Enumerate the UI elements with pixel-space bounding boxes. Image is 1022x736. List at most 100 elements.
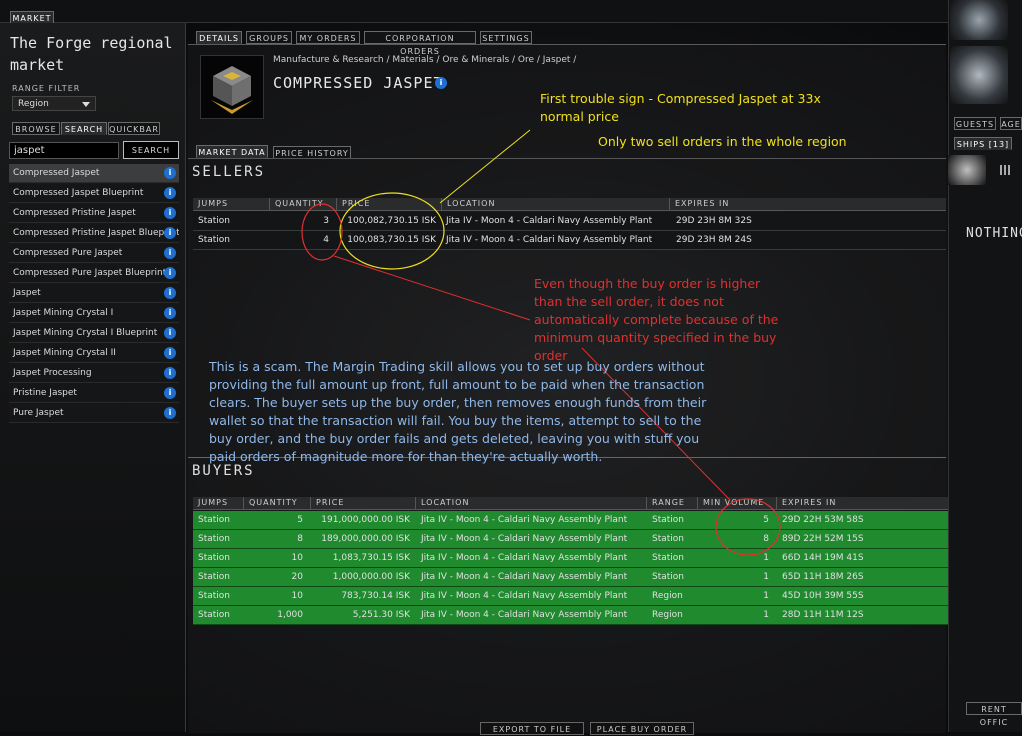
range-filter-select[interactable]: Region [12,96,96,111]
info-icon[interactable]: i [164,207,176,219]
list-item-label: Pristine Jaspet [13,388,77,398]
ship-thumbnail[interactable] [950,0,1008,40]
tab-guests[interactable]: GUESTS [954,117,996,130]
col-quantity[interactable]: QUANTITY [243,497,305,509]
tab-details[interactable]: DETAILS [196,31,242,44]
rent-office-button[interactable]: RENT OFFIC [966,702,1022,727]
cell-price: 100,083,730.15 ISK [347,235,436,245]
search-button[interactable]: SEARCH [123,141,179,159]
list-item[interactable]: Compressed Jaspet i [9,164,179,183]
range-filter-label: RANGE FILTER [12,84,81,93]
info-icon[interactable]: i [164,187,176,199]
list-item[interactable]: Jaspet Mining Crystal I i [9,304,179,323]
table-row[interactable]: Station 8 189,000,000.00 ISK Jita IV - Moon… [193,530,983,549]
cell-jumps: Station [198,572,230,582]
cell-qty: 8 [297,534,303,544]
table-row[interactable]: Station 1,000 5,251.30 ISK Jita IV - Moon 4… [193,606,983,625]
list-item[interactable]: Compressed Pure Jaspet i [9,244,179,263]
cell-jumps: Station [198,216,230,226]
annotation-red: Even though the buy order is higher than… [534,276,779,363]
col-location[interactable]: LOCATION [415,497,643,509]
tab-ships[interactable]: SHIPS [13] [954,137,1012,150]
ship-thumbnail[interactable] [950,46,1008,104]
info-icon[interactable]: i [164,287,176,299]
table-row[interactable]: Station 3 100,082,730.15 ISK Jita IV - M… [193,212,946,231]
info-icon[interactable]: i [164,387,176,399]
col-price[interactable]: PRICE [310,497,410,509]
info-icon[interactable]: i [435,77,447,89]
info-icon[interactable]: i [164,227,176,239]
search-input[interactable] [9,142,119,159]
cell-expires: 89D 22H 52M 15S [782,534,864,544]
col-jumps[interactable]: JUMPS [193,497,243,509]
hangar-icon[interactable] [948,155,986,185]
col-quantity[interactable]: QUANTITY [269,198,329,210]
list-item[interactable]: Pristine Jaspet i [9,384,179,403]
tab-groups[interactable]: GROUPS [246,31,292,44]
list-item[interactable]: Jaspet Mining Crystal II i [9,344,179,363]
list-item-label: Jaspet Mining Crystal II [13,348,116,358]
col-expires[interactable]: EXPIRES IN [776,497,876,509]
col-min-volume[interactable]: MIN VOLUME [697,497,773,509]
list-item[interactable]: Compressed Pristine Jaspet i [9,204,179,223]
tab-browse[interactable]: BROWSE [12,122,60,135]
cell-jumps: Station [198,610,230,620]
nothing-label: NOTHING [966,226,1022,241]
table-row[interactable]: Station 10 1,083,730.15 ISK Jita IV - Moon … [193,549,983,568]
chevron-down-icon [82,102,90,107]
cell-price: 191,000,000.00 ISK [321,515,410,525]
item-title: COMPRESSED JASPET [273,74,444,92]
cell-location: Jita IV - Moon 4 - Caldari Navy Assembly… [446,235,653,245]
tab-agents[interactable]: AGE [1000,117,1022,130]
tab-search[interactable]: SEARCH [61,122,107,135]
info-icon[interactable]: i [164,367,176,379]
list-item-label: Jaspet Processing [13,368,92,378]
title-bar [0,0,1022,23]
list-item[interactable]: Jaspet i [9,284,179,303]
col-expires[interactable]: EXPIRES IN [669,198,769,210]
cell-expires: 28D 11H 11M 12S [782,610,864,620]
grid-view-icon[interactable] [1000,165,1010,175]
table-row[interactable]: Station 10 783,730.14 ISK Jita IV - Moon 4 … [193,587,983,606]
info-icon[interactable]: i [164,347,176,359]
tab-my-orders[interactable]: MY ORDERS [296,31,360,44]
cell-expires: 29D 22H 53M 58S [782,515,864,525]
info-icon[interactable]: i [164,307,176,319]
info-icon[interactable]: i [164,247,176,259]
cell-expires: 29D 23H 8M 32S [676,216,752,226]
list-item[interactable]: Pure Jaspet i [9,404,179,423]
list-item[interactable]: Jaspet Processing i [9,364,179,383]
divider [188,158,946,159]
info-icon[interactable]: i [164,267,176,279]
region-title: The Forge regional market [10,34,173,74]
tab-corporation-orders[interactable]: CORPORATION ORDERS [364,31,476,56]
tab-settings[interactable]: SETTINGS [480,31,532,44]
list-item-label: Compressed Pure Jaspet [13,248,123,258]
export-to-file-button[interactable]: EXPORT TO FILE [480,722,584,735]
cell-location: Jita IV - Moon 4 - Caldari Navy Assembly… [421,610,628,620]
table-row[interactable]: Station 5 191,000,000.00 ISK Jita IV - Moon… [193,511,983,530]
right-panel [948,0,1022,732]
list-item[interactable]: Compressed Pure Jaspet Blueprint i [9,264,179,283]
tab-market-data[interactable]: MARKET DATA [196,145,268,158]
col-range[interactable]: RANGE [646,497,694,509]
info-icon[interactable]: i [164,407,176,419]
cell-range: Region [652,591,683,601]
col-price[interactable]: PRICE [336,198,436,210]
list-item-label: Compressed Pristine Jaspet Blueprint [13,228,179,238]
cell-location: Jita IV - Moon 4 - Caldari Navy Assembly… [421,591,628,601]
col-location[interactable]: LOCATION [441,198,666,210]
info-icon[interactable]: i [164,327,176,339]
cell-location: Jita IV - Moon 4 - Caldari Navy Assembly… [421,534,628,544]
table-row[interactable]: Station 20 1,000,000.00 ISK Jita IV - Moon … [193,568,983,587]
list-item[interactable]: Compressed Pristine Jaspet Blueprint i [9,224,179,243]
info-icon[interactable]: i [164,167,176,179]
place-buy-order-button[interactable]: PLACE BUY ORDER [590,722,694,735]
table-row[interactable]: Station 4 100,083,730.15 ISK Jita IV - M… [193,231,946,250]
tab-quickbar[interactable]: QUICKBAR [108,122,160,135]
col-jumps[interactable]: JUMPS [193,198,269,210]
list-item[interactable]: Jaspet Mining Crystal I Blueprint i [9,324,179,343]
list-item[interactable]: Compressed Jaspet Blueprint i [9,184,179,203]
cell-location: Jita IV - Moon 4 - Caldari Navy Assembly… [421,553,628,563]
cell-range: Station [652,572,684,582]
